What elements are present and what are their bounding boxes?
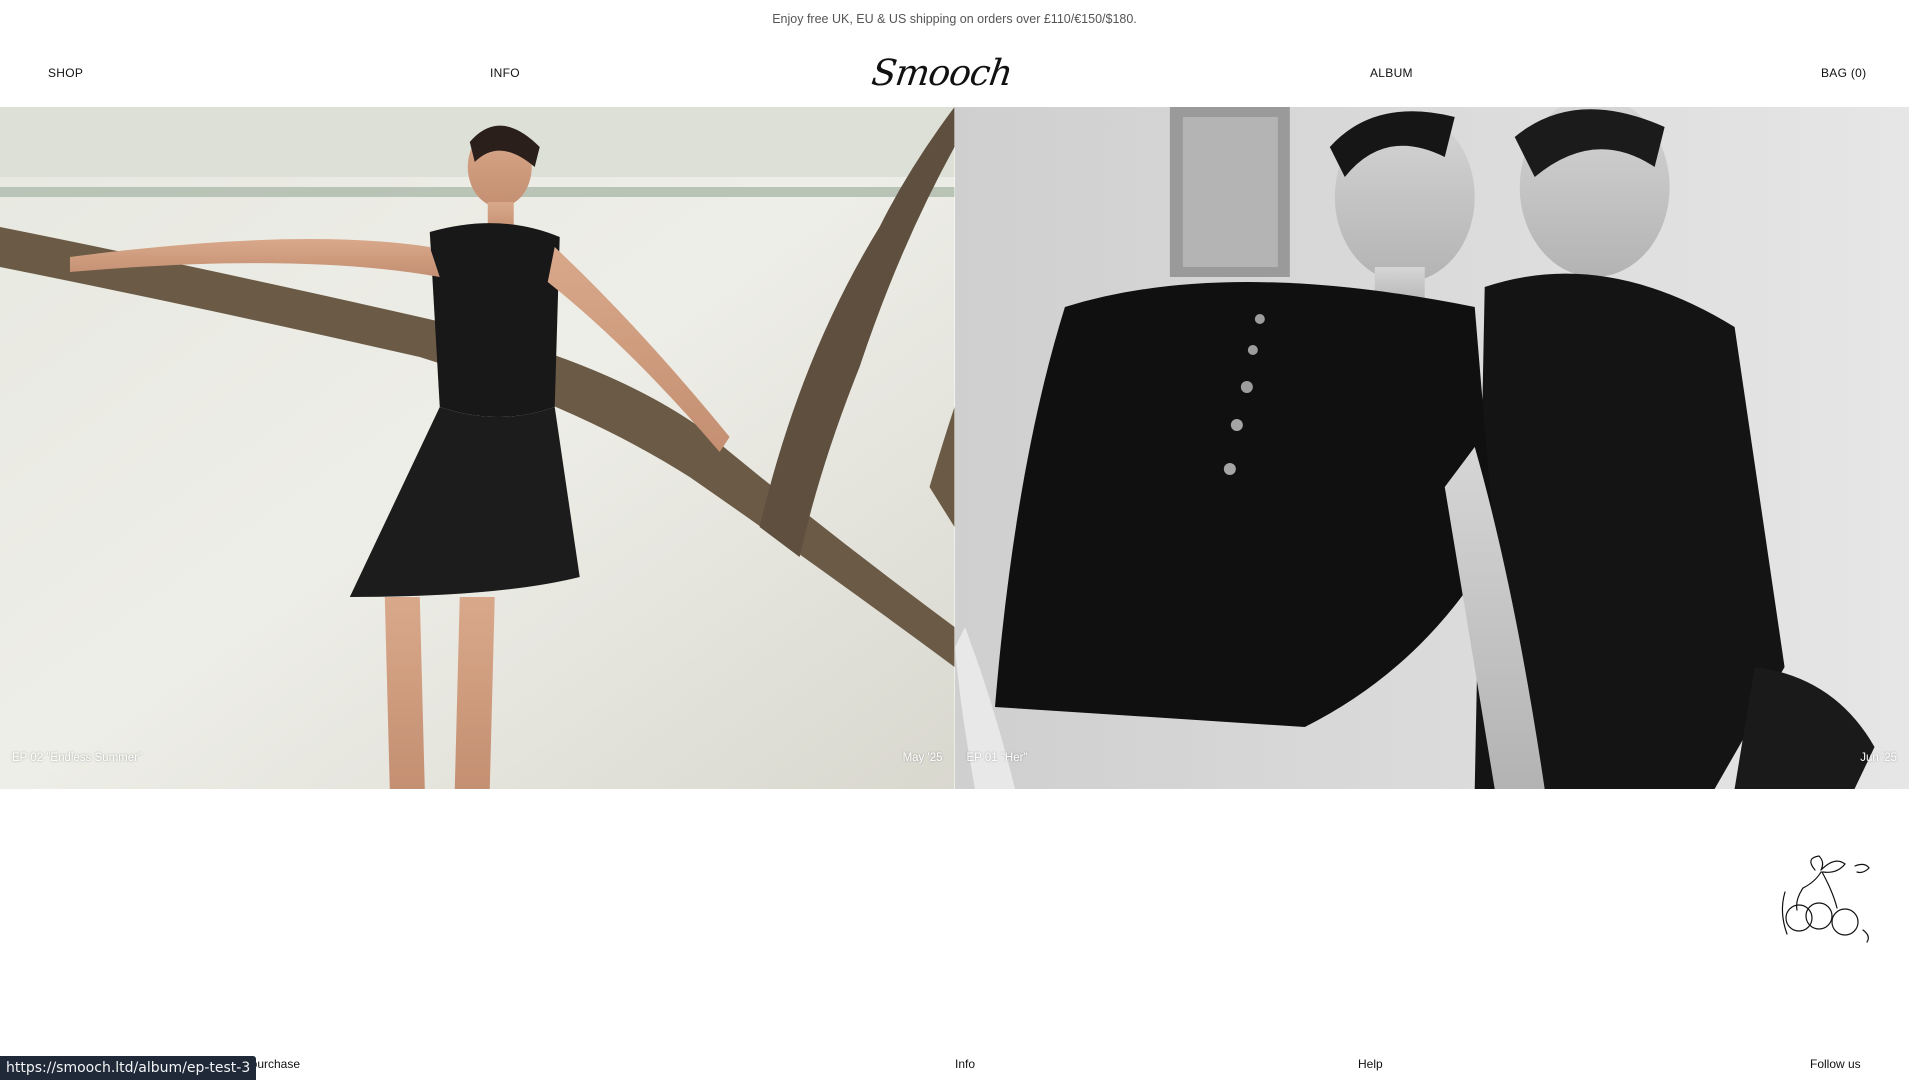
album-card-ep01[interactable]: EP 01 "Her" Jun '25 — [954, 107, 1909, 789]
nav-info-link[interactable]: INFO — [490, 66, 520, 80]
cherry-illustration-icon — [1781, 855, 1870, 943]
site-header: SHOP INFO Smooch ALBUM BAG (0) — [0, 38, 1909, 106]
ep02-title: EP 02 "Endless Summer" — [12, 752, 143, 764]
ep01-title: EP 01 "Her" — [966, 752, 1028, 764]
announcement-bar: Enjoy free UK, EU & US shipping on order… — [0, 0, 1909, 38]
nav-shop-link[interactable]: SHOP — [48, 66, 83, 80]
ep01-photo — [954, 107, 1909, 789]
footer-info-heading[interactable]: Info — [955, 1057, 975, 1071]
site-footer: st purchase Info Help Follow us — [0, 1050, 1909, 1080]
footer-help-heading[interactable]: Help — [1358, 1057, 1383, 1071]
logo-text: Smooch — [869, 52, 1015, 94]
ep02-photo — [0, 107, 955, 789]
album-hero: EP 02 "Endless Summer" May '25 EP 01 "He… — [0, 107, 1909, 789]
site-logo[interactable]: Smooch — [869, 48, 1014, 98]
footer-follow-heading[interactable]: Follow us — [1810, 1057, 1861, 1071]
ep02-date: May '25 — [902, 752, 943, 764]
nav-bag-link[interactable]: BAG (0) — [1821, 66, 1866, 80]
browser-status-url: https://smooch.ltd/album/ep-test-3 — [0, 1056, 257, 1080]
album-card-ep02[interactable]: EP 02 "Endless Summer" May '25 — [0, 107, 955, 789]
announcement-text: Enjoy free UK, EU & US shipping on order… — [772, 12, 1137, 26]
nav-album-link[interactable]: ALBUM — [1370, 66, 1413, 80]
ep01-date: Jun '25 — [1860, 752, 1897, 764]
